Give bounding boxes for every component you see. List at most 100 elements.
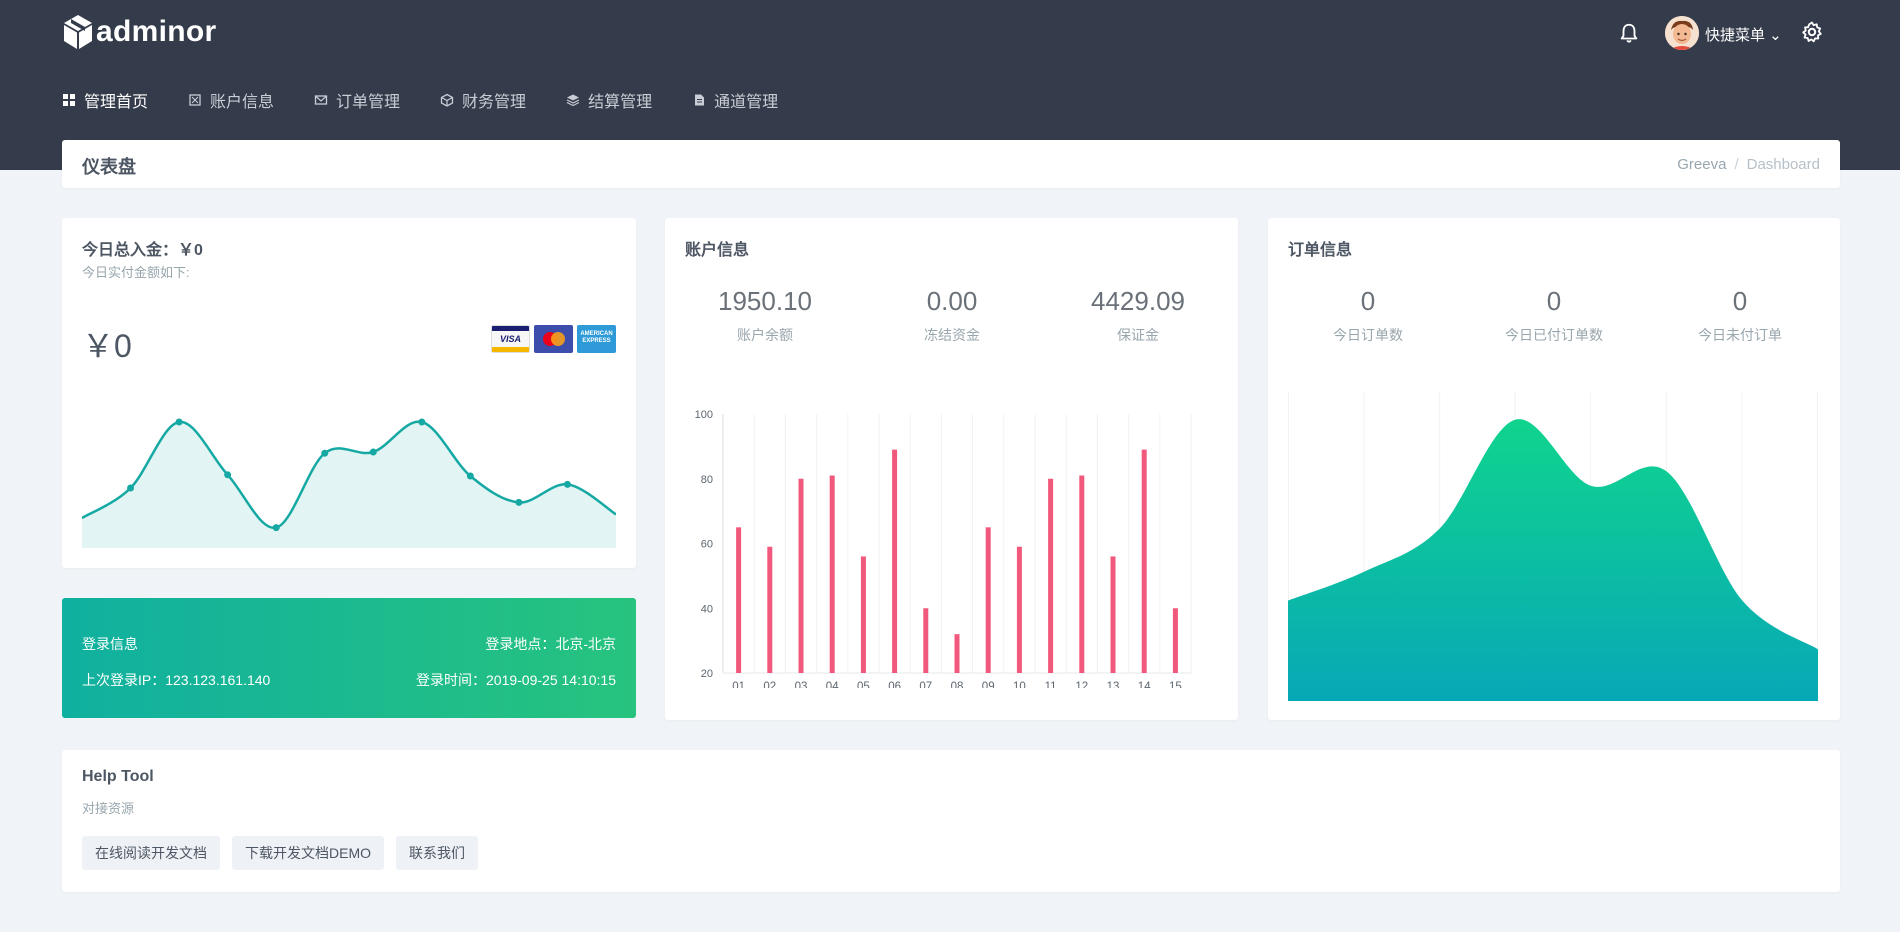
bar-chart-x-tick: 06 bbox=[888, 681, 901, 688]
bar bbox=[798, 478, 804, 673]
bar-chart-x-tick: 15 bbox=[1169, 681, 1182, 688]
stat-value: 0 bbox=[1732, 286, 1748, 316]
bar-chart-y-tick: 20 bbox=[701, 668, 713, 680]
sparkline-point bbox=[466, 472, 474, 480]
bar bbox=[954, 634, 960, 673]
nav-item-dashboard[interactable]: 管理首页 bbox=[62, 86, 148, 114]
stat-frozen: 0.00 冻结资金 bbox=[872, 286, 1032, 345]
login-last-ip: 上次登录IP：123.123.161.140 bbox=[82, 672, 271, 688]
stat-value: 0 bbox=[1360, 286, 1376, 316]
bar-chart-x-tick: 12 bbox=[1075, 681, 1088, 688]
bell-icon[interactable] bbox=[1618, 21, 1640, 45]
stat-value: 0 bbox=[1546, 286, 1562, 316]
account-card: 账户信息 1950.10 账户余额 0.00 冻结资金 4429.09 保证金 … bbox=[665, 218, 1238, 720]
download-demo-button[interactable]: 下载开发文档DEMO bbox=[232, 836, 384, 870]
stat-label: 保证金 bbox=[1117, 327, 1159, 343]
nav-item-orders[interactable]: 订单管理 bbox=[314, 86, 400, 114]
sparkline-point bbox=[515, 498, 523, 506]
cube-icon bbox=[440, 93, 454, 107]
mastercard-icon bbox=[534, 325, 573, 353]
login-location: 登录地点：北京-北京 bbox=[485, 636, 616, 652]
bar-chart-x-tick: 08 bbox=[951, 681, 964, 688]
breadcrumb-current: Dashboard bbox=[1746, 156, 1820, 173]
nav-label: 订单管理 bbox=[336, 94, 401, 111]
bar-chart-x-tick: 03 bbox=[795, 681, 808, 688]
bar bbox=[1172, 608, 1178, 673]
stat-paid-orders: 0 今日已付订单数 bbox=[1474, 286, 1634, 345]
nav-item-account[interactable]: 账户信息 bbox=[188, 86, 274, 114]
mail-icon bbox=[314, 95, 328, 105]
bar-chart-x-tick: 13 bbox=[1107, 681, 1120, 688]
nav-label: 通道管理 bbox=[714, 94, 779, 111]
breadcrumb-root[interactable]: Greeva bbox=[1677, 156, 1726, 173]
stat-value: 4429.09 bbox=[1091, 286, 1185, 316]
stat-balance: 1950.10 账户余额 bbox=[685, 286, 845, 345]
bar-chart-x-tick: 01 bbox=[732, 681, 745, 688]
account-icon bbox=[189, 94, 201, 106]
income-title: 今日总入金：￥0 bbox=[82, 242, 203, 259]
cube-logo-icon bbox=[64, 15, 92, 49]
bar-chart-y-tick: 80 bbox=[701, 474, 713, 486]
account-title: 账户信息 bbox=[685, 242, 750, 259]
quick-menu-dropdown[interactable]: 快捷菜单 ⌄ bbox=[1705, 24, 1782, 45]
income-subtitle: 今日实付金额如下: bbox=[82, 265, 190, 280]
stat-value: 1950.10 bbox=[718, 286, 812, 316]
stat-deposit: 4429.09 保证金 bbox=[1058, 286, 1218, 345]
bar-chart-x-tick: 11 bbox=[1045, 681, 1057, 688]
nav-label: 账户信息 bbox=[210, 94, 275, 111]
page-title: 仪表盘 bbox=[82, 157, 136, 177]
nav-item-channel[interactable]: 通道管理 bbox=[692, 86, 778, 114]
bar bbox=[923, 608, 929, 673]
area-fill bbox=[1288, 419, 1818, 701]
bar-chart-x-tick: 02 bbox=[763, 681, 776, 688]
login-title: 登录信息 bbox=[82, 636, 138, 652]
breadcrumb: Greeva / Dashboard bbox=[1677, 156, 1820, 173]
sparkline-point bbox=[272, 524, 280, 532]
breadcrumb-separator: / bbox=[1734, 156, 1739, 173]
stat-label: 账户余额 bbox=[737, 327, 793, 343]
stat-label: 今日订单数 bbox=[1333, 327, 1403, 343]
brand-logo[interactable]: adminor bbox=[62, 14, 216, 50]
brand-name: adminor bbox=[96, 15, 217, 48]
bar bbox=[1110, 556, 1116, 673]
bar-chart-y-tick: 100 bbox=[695, 409, 713, 421]
stat-label: 冻结资金 bbox=[924, 327, 980, 343]
stat-value: 0.00 bbox=[926, 286, 978, 316]
read-docs-button[interactable]: 在线阅读开发文档 bbox=[82, 836, 220, 870]
login-info-card: 登录信息 登录地点：北京-北京 上次登录IP：123.123.161.140 登… bbox=[62, 598, 636, 718]
user-avatar[interactable] bbox=[1665, 16, 1699, 50]
order-card: 订单信息 0 今日订单数 0 今日已付订单数 0 今日未付订单 bbox=[1268, 218, 1840, 720]
avatar-face-icon bbox=[1665, 16, 1699, 50]
bar bbox=[892, 449, 898, 673]
bar-chart-x-tick: 04 bbox=[826, 681, 839, 688]
nav-label: 结算管理 bbox=[588, 94, 653, 111]
dashboard-icon bbox=[63, 94, 75, 106]
bar-chart-y-tick: 60 bbox=[701, 539, 713, 551]
bar-chart-x-tick: 05 bbox=[857, 681, 870, 688]
account-bar-chart: 20 40 60 80 100 01 02 03 04 05 06 07 08 09 10 11 12 13 14 1… bbox=[695, 409, 1192, 688]
bar bbox=[1079, 475, 1085, 673]
contact-us-button[interactable]: 联系我们 bbox=[396, 836, 478, 870]
layers-icon bbox=[566, 94, 580, 107]
stat-unpaid-orders: 0 今日未付订单 bbox=[1660, 286, 1820, 345]
bar-chart-y-tick: 40 bbox=[701, 603, 713, 615]
gear-icon[interactable] bbox=[1800, 20, 1824, 44]
nav-item-settlement[interactable]: 结算管理 bbox=[566, 86, 652, 114]
stat-label: 今日已付订单数 bbox=[1505, 327, 1603, 343]
sparkline-point bbox=[321, 449, 329, 457]
sparkline-point bbox=[175, 418, 183, 426]
bar-chart-x-tick: 10 bbox=[1013, 681, 1026, 688]
file-icon bbox=[695, 94, 705, 106]
bar bbox=[985, 527, 991, 673]
order-title: 订单信息 bbox=[1288, 242, 1353, 259]
sparkline-point bbox=[224, 471, 232, 479]
bar-chart-x-tick: 14 bbox=[1138, 681, 1151, 688]
help-buttons: 在线阅读开发文档 下载开发文档DEMO 联系我们 bbox=[82, 836, 478, 870]
stat-orders-today: 0 今日订单数 bbox=[1288, 286, 1448, 345]
sparkline-point bbox=[369, 448, 377, 456]
visa-card-icon: VISA bbox=[491, 325, 530, 353]
amex-card-icon: AMERICAN EXPRESS bbox=[577, 325, 616, 353]
sparkline-point bbox=[418, 418, 426, 426]
bar bbox=[860, 556, 866, 673]
nav-item-finance[interactable]: 财务管理 bbox=[440, 86, 526, 114]
